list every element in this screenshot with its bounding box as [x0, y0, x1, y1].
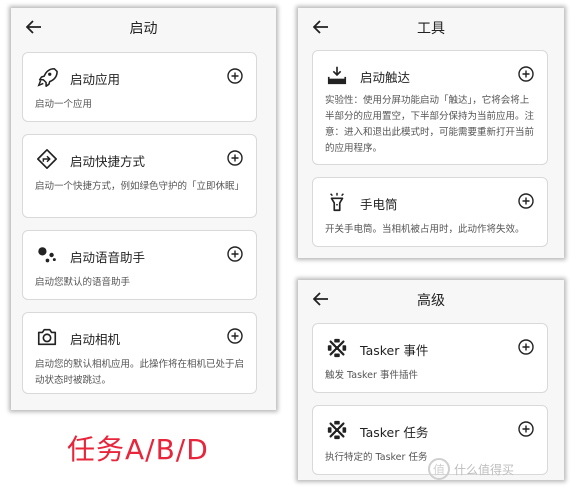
- add-circle-icon[interactable]: [226, 245, 244, 263]
- reach-tray-icon: [325, 63, 349, 87]
- camera-icon: [35, 325, 59, 349]
- card-title: 启动应用: [70, 72, 121, 87]
- watermark: 值 什么值得买: [428, 458, 514, 480]
- panel-header: 启动: [11, 8, 276, 48]
- card-title: 启动相机: [70, 332, 121, 347]
- page-title: 工具: [417, 21, 445, 37]
- card-description: 启动一个应用: [35, 99, 93, 110]
- caption-text: 任务A/B/D: [67, 433, 209, 466]
- card-title: 启动语音助手: [70, 250, 146, 265]
- card-description: 启动一个快捷方式，例如绿色守护的「立即休眠」: [35, 181, 245, 192]
- tasker-icon: [325, 418, 349, 442]
- panel-header: 工具: [298, 8, 564, 48]
- add-circle-icon[interactable]: [517, 420, 535, 438]
- card-description: 开关手电筒。当相机被占用时，此动作将失效。: [325, 224, 525, 235]
- watermark-text: 什么值得买: [454, 462, 515, 477]
- card-description: 启动您默认的语音助手: [35, 277, 131, 288]
- shortcut-diamond-icon: [35, 147, 59, 171]
- action-card-voice-assistant[interactable]: 启动语音助手 启动您默认的语音助手: [22, 230, 257, 300]
- card-description: 实验性：使用分屏功能启动「触达」，它将会将上半部分的应用置空，下半部分保持为当前…: [325, 95, 535, 154]
- card-description: 触发 Tasker 事件插件: [325, 370, 418, 381]
- panel-header: 高级: [298, 280, 564, 320]
- watermark-logo-icon: 值: [428, 458, 450, 480]
- card-title: 启动快捷方式: [70, 154, 146, 169]
- card-title: 手电筒: [360, 197, 398, 212]
- action-card-flashlight[interactable]: 手电筒 开关手电筒。当相机被占用时，此动作将失效。: [312, 177, 548, 247]
- action-card-launch-shortcut[interactable]: 启动快捷方式 启动一个快捷方式，例如绿色守护的「立即休眠」: [22, 134, 257, 218]
- action-card-reach[interactable]: 启动触达 实验性：使用分屏功能启动「触达」，它将会将上半部分的应用置空，下半部分…: [312, 50, 548, 165]
- page-title: 启动: [129, 21, 158, 37]
- add-circle-icon[interactable]: [517, 65, 535, 83]
- rocket-icon: [35, 65, 59, 89]
- advanced-panel: 高级 Tasker 事件 触发 Tasker 事件插件 Tasker 任务 执行…: [298, 280, 564, 480]
- page-title: 高级: [417, 293, 445, 309]
- flashlight-icon: [325, 190, 349, 214]
- add-circle-icon[interactable]: [226, 67, 244, 85]
- tools-panel: 工具 启动触达 实验性：使用分屏功能启动「触达」，它将会将上半部分的应用置空，下…: [298, 8, 564, 258]
- add-circle-icon[interactable]: [517, 192, 535, 210]
- launch-panel: 启动 启动应用 启动一个应用 启动快捷方式 启动一个快捷方式，例如绿色守护的「立…: [11, 8, 276, 410]
- add-circle-icon[interactable]: [517, 338, 535, 356]
- action-card-launch-app[interactable]: 启动应用 启动一个应用: [22, 52, 257, 122]
- card-title: 启动触达: [360, 70, 411, 85]
- action-card-launch-camera[interactable]: 启动相机 启动您的默认相机应用。此操作将在相机已处于启动状态时被跳过。: [22, 312, 257, 394]
- tasker-icon: [325, 336, 349, 360]
- action-card-tasker-event[interactable]: Tasker 事件 触发 Tasker 事件插件: [312, 323, 548, 393]
- card-title: Tasker 任务: [360, 425, 429, 440]
- card-title: Tasker 事件: [360, 343, 429, 358]
- card-description: 启动您的默认相机应用。此操作将在相机已处于启动状态时被跳过。: [35, 359, 245, 386]
- add-circle-icon[interactable]: [226, 327, 244, 345]
- assistant-dots-icon: [35, 243, 59, 267]
- add-circle-icon[interactable]: [226, 149, 244, 167]
